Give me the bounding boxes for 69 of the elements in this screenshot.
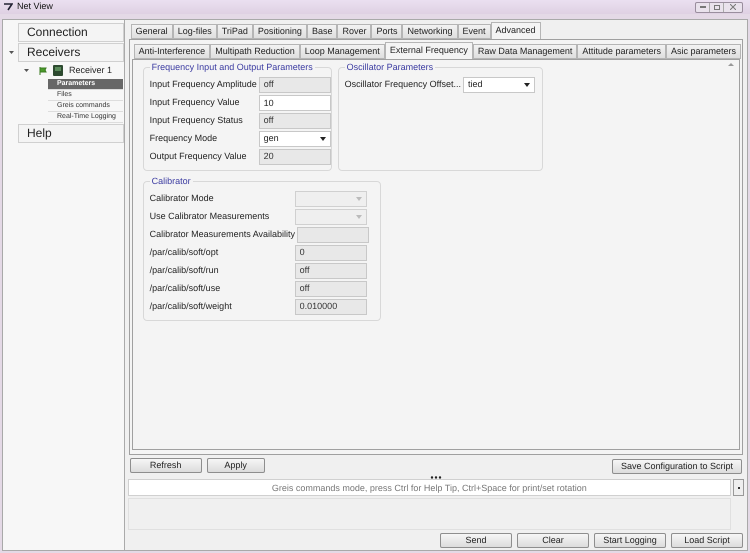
field-label: Calibrator Mode [150,192,215,206]
tab[interactable]: External Frequency [384,42,473,59]
expanded-arrow-icon[interactable] [8,48,15,56]
tab[interactable]: Asic parameters [666,44,741,59]
group-title: Oscillator Parameters [344,62,436,73]
tab[interactable]: Loop Management [300,44,385,59]
tab[interactable]: Attitude parameters [577,44,666,59]
dropdown-arrow-icon [356,215,362,219]
tab[interactable]: Raw Data Management [472,44,578,59]
field-label: /par/calib/soft/weight [150,300,233,314]
button[interactable]: Load Script [671,532,743,548]
app-logo-icon [3,3,13,11]
tab[interactable]: Networking [402,24,458,39]
tab[interactable]: Multipath Reduction [210,44,300,59]
button[interactable]: Refresh [130,458,202,472]
flag-icon [39,66,47,74]
field-label: Input Frequency Status [150,114,244,128]
tab[interactable]: Rover [337,24,372,39]
command-field[interactable]: Greis commands mode, press Ctrl for Help Tip, Ctrl+Space for print/set rotation [128,479,731,496]
readonly-field: off [258,77,331,93]
button[interactable]: Save Configuration to Script [612,459,742,474]
field-label: Output Frequency Value [150,150,248,164]
button[interactable]: Clear [517,532,589,548]
field-label: Frequency Mode [150,132,218,146]
tab[interactable]: Advanced [490,22,541,39]
field-label: Input Frequency Value [150,96,241,110]
sidebar-item[interactable]: Help [18,124,124,142]
dropdown-arrow-icon [524,83,530,87]
history-dropdown-button[interactable] [733,479,744,496]
scroll-up-arrow-icon[interactable] [728,63,734,66]
tab[interactable]: Anti-Interference [134,44,210,59]
tab[interactable]: TriPad [216,24,253,39]
readonly-field: off [294,281,367,297]
field-label: Input Frequency Amplitude [150,78,257,92]
sidebar-item[interactable]: Connection [18,22,124,42]
tab[interactable]: Event [458,24,491,39]
field-label: /par/calib/soft/use [150,282,222,296]
sidebar-item[interactable]: Receivers [18,42,124,62]
tab[interactable]: Ports [371,24,402,39]
readonly-field: 20 [258,149,331,165]
button[interactable]: Apply [206,458,265,472]
splitter-grip-icon[interactable] [430,476,442,478]
button[interactable]: Start Logging [594,532,666,548]
tab[interactable]: Log-files [172,24,217,39]
dropdown[interactable]: gen [258,131,331,147]
tab[interactable]: Positioning [252,24,307,39]
window-title: Net View [17,0,53,14]
button[interactable]: Send [440,532,512,548]
tab[interactable]: Base [306,24,338,39]
readonly-field: off [294,263,367,279]
readonly-field: off [258,113,331,129]
close-icon [730,4,736,10]
readonly-field: 0.010000 [294,299,367,315]
tab[interactable]: General [130,24,173,39]
field-label: Oscillator Frequency Offset... [344,78,462,92]
receiver-icon [53,65,63,76]
tree-item[interactable]: Receiver 1 [69,64,112,78]
dropdown[interactable]: tied [463,77,536,93]
dropdown-arrow-icon [320,137,326,141]
field-label: /par/calib/soft/opt [150,246,220,260]
field-label: /par/calib/soft/run [150,264,220,278]
input-field[interactable]: 10 [258,95,331,111]
group-title: Calibrator [150,176,193,187]
expanded-arrow-icon[interactable] [23,67,30,74]
field-label: Calibrator Measurements Availability [150,228,296,242]
field-label: Use Calibrator Measurements [150,210,270,224]
readonly-field: 0 [294,245,367,261]
group-title: Frequency Input and Output Parameters [150,62,315,73]
dropdown-arrow-icon [356,197,362,201]
